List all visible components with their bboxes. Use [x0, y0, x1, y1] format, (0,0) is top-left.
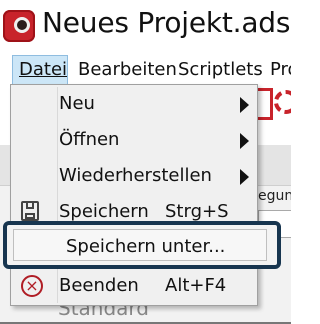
exit-icon: ×: [21, 275, 43, 297]
menu-datei-label: Datei: [19, 59, 68, 80]
window-title: Neues Projekt.ads* - A: [42, 6, 291, 39]
title-bar: Neues Projekt.ads* - A: [0, 0, 291, 55]
menu-pro-label: Pro: [270, 59, 291, 80]
app-icon: [3, 10, 35, 42]
menu-item-neu-label: Neu: [59, 93, 95, 114]
menu-item-speichern-label: Speichern: [59, 201, 149, 222]
menu-scriptlets[interactable]: Scriptlets: [178, 55, 263, 85]
menu-item-wiederherstellen-label: Wiederherstellen: [59, 165, 212, 186]
datei-dropdown-menu: Neu Öffnen Wiederherstellen Speichern St…: [10, 84, 258, 306]
save-icon-slot: [26, 203, 34, 209]
submenu-arrow-icon: [240, 97, 249, 113]
menu-bearbeiten[interactable]: Bearbeiten: [78, 55, 177, 85]
menu-item-oeffnen[interactable]: Öffnen: [11, 123, 257, 159]
menu-item-beenden[interactable]: × Beenden Alt+F4: [11, 269, 257, 305]
app-window: Neues Projekt.ads* - A Datei Bearbeiten …: [0, 0, 291, 324]
submenu-arrow-icon: [240, 169, 249, 185]
save-icon-plate: [25, 213, 35, 219]
menu-datei[interactable]: Datei: [12, 55, 68, 85]
app-icon-lens: [14, 17, 30, 33]
save-icon: [21, 201, 39, 221]
menu-item-beenden-shortcut: Alt+F4: [165, 275, 227, 296]
menu-item-oeffnen-label: Öffnen: [59, 129, 120, 150]
menu-item-speichern-unter-label: Speichern unter...: [66, 236, 226, 257]
gear-icon[interactable]: [274, 90, 291, 114]
menu-item-speichern-shortcut: Strg+S: [165, 201, 229, 222]
menu-pro[interactable]: Pro: [270, 55, 291, 85]
menu-item-speichern-unter[interactable]: Speichern unter...: [3, 221, 281, 269]
menu-item-beenden-label: Beenden: [59, 275, 139, 296]
menu-item-wiederherstellen[interactable]: Wiederherstellen: [11, 159, 257, 195]
menu-bar: Datei Bearbeiten Scriptlets Pro: [0, 55, 291, 87]
toolbar-object-icon[interactable]: [256, 88, 273, 120]
submenu-arrow-icon: [240, 133, 249, 149]
menu-scriptlets-label: Scriptlets: [178, 59, 263, 80]
menu-item-speichern-unter-hover: Speichern unter...: [13, 229, 267, 261]
menu-item-neu[interactable]: Neu: [11, 87, 257, 123]
menu-bearbeiten-label: Bearbeiten: [78, 59, 177, 80]
panel-label-fragment: egun: [258, 188, 291, 204]
